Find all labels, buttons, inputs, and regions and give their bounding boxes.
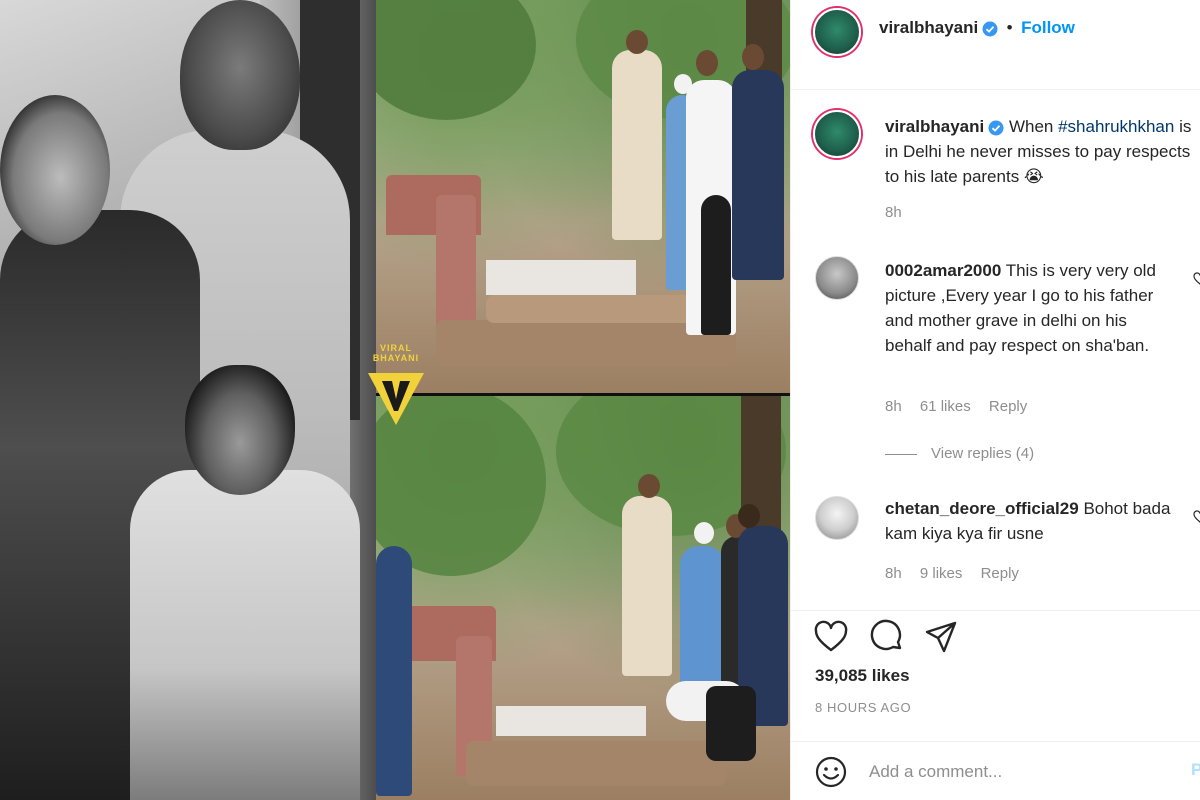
vb-logo-icon bbox=[368, 373, 424, 425]
post-actions: 39,085 likes 8 HOURS AGO P bbox=[791, 610, 1200, 800]
comment-likes[interactable]: 61 likes bbox=[920, 398, 971, 415]
emoji-smiley-icon[interactable] bbox=[813, 754, 849, 790]
comment-time[interactable]: 8h bbox=[885, 398, 902, 415]
commenter-avatar[interactable] bbox=[815, 496, 859, 540]
caption-avatar[interactable] bbox=[813, 110, 861, 158]
commenter-username[interactable]: 0002amar2000 bbox=[885, 261, 1001, 280]
comment-like-heart-icon[interactable] bbox=[1193, 510, 1200, 524]
comment-reply-button[interactable]: Reply bbox=[981, 565, 1019, 582]
add-comment-bar: P bbox=[791, 741, 1200, 800]
caption-username[interactable]: viralbhayani bbox=[885, 117, 984, 136]
post-timestamp[interactable]: 8 HOURS AGO bbox=[815, 700, 911, 715]
likes-count[interactable]: 39,085 likes bbox=[815, 666, 910, 686]
commenter-avatar[interactable] bbox=[815, 256, 859, 300]
comment-likes[interactable]: 9 likes bbox=[920, 565, 963, 582]
post-media[interactable]: VIRAL BHAYANI bbox=[0, 0, 790, 800]
graveyard-photo-top bbox=[376, 0, 790, 393]
post-comment-button[interactable]: P bbox=[1191, 760, 1200, 780]
comment-like-heart-icon[interactable] bbox=[1193, 272, 1200, 286]
child-figure bbox=[130, 470, 360, 800]
graveyard-photo-bottom bbox=[376, 396, 790, 800]
separator-dot: • bbox=[1006, 18, 1013, 37]
like-heart-icon[interactable] bbox=[813, 619, 849, 655]
replies-divider bbox=[885, 453, 917, 455]
verified-badge-icon bbox=[988, 120, 1004, 136]
commenter-username[interactable]: chetan_deore_official29 bbox=[885, 499, 1079, 518]
comment-time[interactable]: 8h bbox=[885, 565, 902, 582]
header-username[interactable]: viralbhayani bbox=[879, 18, 978, 37]
post-header: viralbhayani • Follow bbox=[791, 0, 1200, 90]
watermark-text: VIRAL BHAYANI bbox=[372, 343, 420, 363]
verified-badge-icon bbox=[982, 21, 998, 37]
viral-bhayani-watermark: VIRAL BHAYANI bbox=[356, 343, 436, 429]
add-comment-input[interactable] bbox=[869, 757, 1169, 787]
comment-bubble-icon[interactable] bbox=[869, 619, 905, 655]
comment-reply-button[interactable]: Reply bbox=[989, 398, 1027, 415]
avatar[interactable] bbox=[813, 8, 861, 56]
caption-time[interactable]: 8h bbox=[885, 204, 902, 221]
caption-text-before: When bbox=[1008, 117, 1059, 136]
follow-button[interactable]: Follow bbox=[1021, 18, 1075, 37]
view-replies-link[interactable]: View replies (4) bbox=[931, 445, 1034, 462]
hashtag-link[interactable]: #shahrukhkhan bbox=[1058, 117, 1174, 136]
share-paper-plane-icon[interactable] bbox=[923, 619, 959, 655]
family-photo bbox=[0, 0, 376, 800]
post-sidebar: viralbhayani • Follow viralbhayani When … bbox=[790, 0, 1200, 800]
